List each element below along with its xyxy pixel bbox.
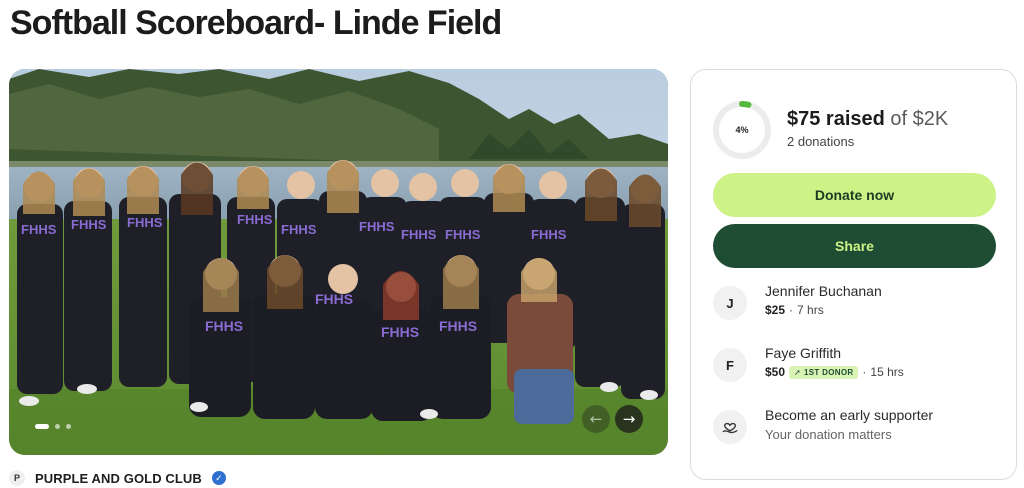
early-supporter-title: Become an early supporter	[765, 407, 934, 423]
first-donor-badge: ➚ 1ST DONOR	[789, 365, 859, 379]
share-button[interactable]: Share	[713, 224, 996, 268]
goal-amount: $2K	[912, 108, 949, 130]
donor-avatar: J	[713, 286, 747, 320]
early-supporter-row[interactable]: Become an early supporter Your donation …	[713, 407, 1003, 447]
donor-name: Jennifer Buchanan	[765, 283, 882, 299]
svg-text:FHHS: FHHS	[237, 212, 273, 227]
amount-raised: $75 raised of $2K	[787, 108, 948, 131]
donor-item: F Faye Griffith $50 ➚ 1ST DONOR · 15 hrs	[713, 345, 1003, 385]
raised-amount: $75 raised	[787, 108, 885, 130]
donor-time: 15 hrs	[870, 365, 904, 379]
svg-text:FHHS: FHHS	[381, 324, 419, 340]
carousel-prev-button[interactable]: ←	[582, 405, 610, 433]
svg-text:FHHS: FHHS	[71, 217, 107, 232]
donate-now-button[interactable]: Donate now	[713, 173, 996, 217]
donor-meta: $25 · 7 hrs	[765, 303, 824, 317]
arrow-right-icon: →	[622, 410, 636, 428]
heart-hand-icon	[713, 410, 747, 444]
donor-amount: $25	[765, 303, 786, 317]
progress-percent: 4%	[735, 125, 749, 135]
separator-dot: ·	[789, 303, 794, 317]
donor-item: J Jennifer Buchanan $25 · 7 hrs	[713, 283, 1003, 323]
donor-avatar: F	[713, 348, 747, 382]
svg-text:FHHS: FHHS	[445, 227, 481, 242]
svg-text:FHHS: FHHS	[531, 227, 567, 242]
organizer-row[interactable]: P PURPLE AND GOLD CLUB ✓	[9, 470, 226, 486]
progress-ring: 4%	[712, 100, 772, 160]
badge-label: 1ST DONOR	[804, 367, 854, 377]
svg-text:FHHS: FHHS	[315, 291, 353, 307]
svg-text:FHHS: FHHS	[205, 318, 243, 334]
verified-check-icon: ✓	[211, 471, 226, 485]
carousel-next-button[interactable]: →	[615, 405, 643, 433]
donation-card: 4% $75 raised of $2K 2 donations Donate …	[690, 69, 1017, 480]
goal-prefix: of	[890, 108, 913, 130]
svg-text:FHHS: FHHS	[401, 227, 437, 242]
organizer-name[interactable]: PURPLE AND GOLD CLUB	[35, 471, 202, 486]
carousel-dot-1[interactable]	[35, 424, 49, 429]
arrow-left-icon: ←	[589, 410, 603, 428]
donor-amount: $50	[765, 365, 786, 379]
donations-count: 2 donations	[787, 134, 855, 149]
svg-text:FHHS: FHHS	[359, 219, 395, 234]
organizer-avatar: P	[9, 470, 25, 486]
carousel-dots[interactable]	[35, 424, 71, 429]
svg-text:FHHS: FHHS	[127, 215, 163, 230]
carousel-dot-2[interactable]	[55, 424, 60, 429]
svg-text:FHHS: FHHS	[439, 318, 477, 334]
trend-icon: ➚	[794, 367, 802, 377]
donor-meta: $50 ➚ 1ST DONOR · 15 hrs	[765, 365, 904, 379]
svg-text:FHHS: FHHS	[21, 222, 57, 237]
donor-time: 7 hrs	[797, 303, 824, 317]
page-title: Softball Scoreboard- Linde Field	[10, 4, 502, 42]
donor-name: Faye Griffith	[765, 345, 841, 361]
svg-text:FHHS: FHHS	[281, 222, 317, 237]
carousel-dot-3[interactable]	[66, 424, 71, 429]
team-photo: FHHS FHHS FHHS FHHS FHHS FHHS FHHS FHHS …	[9, 69, 668, 455]
campaign-hero-image[interactable]: FHHS FHHS FHHS FHHS FHHS FHHS FHHS FHHS …	[9, 69, 668, 455]
early-supporter-subtitle: Your donation matters	[765, 427, 892, 442]
separator-dot: ·	[862, 365, 867, 379]
